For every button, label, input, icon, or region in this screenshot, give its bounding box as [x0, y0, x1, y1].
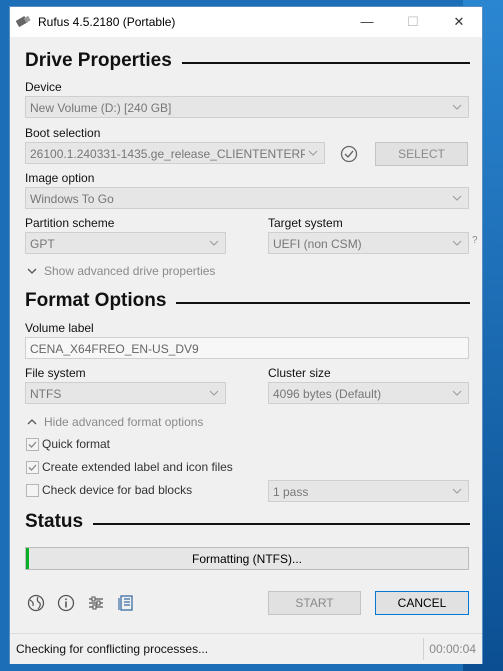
volume-label-value: CENA_X64FREO_EN-US_DV9 [30, 342, 199, 356]
chevron-down-icon [209, 240, 219, 246]
quick-format-checkbox[interactable]: Quick format [26, 437, 226, 453]
elapsed-timer: 00:00:04 [429, 642, 476, 656]
partition-scheme-label: Partition scheme [25, 216, 115, 230]
chevron-down-icon [452, 195, 462, 201]
rufus-window: Rufus 4.5.2180 (Portable) — ☐ ✕ Drive Pr… [9, 6, 483, 664]
progress-bar: Formatting (NTFS)... [25, 547, 469, 570]
chevron-up-icon [27, 419, 37, 425]
bad-blocks-label: Check device for bad blocks [42, 483, 193, 497]
checkbox-box [26, 461, 39, 474]
passes-dropdown[interactable]: 1 pass [268, 480, 469, 502]
checkmark-icon [28, 441, 37, 448]
show-advanced-drive-label: Show advanced drive properties [44, 264, 216, 278]
volume-label-label: Volume label [25, 321, 94, 335]
cluster-size-value: 4096 bytes (Default) [273, 387, 382, 401]
chevron-down-icon [452, 240, 462, 246]
chevron-down-icon [452, 390, 462, 396]
checkmark-icon [28, 464, 37, 471]
chevron-down-icon [452, 488, 462, 494]
target-system-dropdown[interactable]: UEFI (non CSM) [268, 232, 469, 254]
usb-drive-icon [16, 15, 31, 28]
passes-value: 1 pass [273, 485, 309, 499]
boot-selection-label: Boot selection [25, 126, 101, 140]
device-value: New Volume (D:) [240 GB] [30, 101, 172, 115]
partition-scheme-dropdown[interactable]: GPT [25, 232, 226, 254]
boot-selection-dropdown[interactable]: 26100.1.240331-1435.ge_release_CLIENTENT… [25, 142, 325, 164]
minimize-button[interactable]: — [344, 7, 390, 37]
quick-format-label: Quick format [42, 437, 111, 451]
format-options-section: Format Options [25, 290, 470, 314]
partition-scheme-value: GPT [30, 237, 55, 251]
progress-text: Formatting (NTFS)... [191, 552, 302, 566]
boot-selection-value: 26100.1.240331-1435.ge_release_CLIENTENT… [30, 147, 305, 161]
format-options-heading: Format Options [25, 290, 177, 312]
file-system-label: File system [25, 366, 86, 380]
cluster-size-label: Cluster size [268, 366, 331, 380]
file-system-value: NTFS [30, 387, 62, 401]
info-icon[interactable] [56, 593, 76, 613]
target-help-icon[interactable]: ? [472, 235, 478, 246]
settings-sliders-icon[interactable] [86, 593, 106, 613]
log-icon[interactable] [116, 593, 136, 613]
status-section: Status [25, 511, 470, 535]
volume-label-input[interactable]: CENA_X64FREO_EN-US_DV9 [25, 337, 469, 359]
cluster-size-dropdown[interactable]: 4096 bytes (Default) [268, 382, 469, 404]
hide-advanced-format-label: Hide advanced format options [44, 415, 204, 429]
device-label: Device [25, 80, 62, 94]
status-bar: Checking for conflicting processes... 00… [10, 633, 482, 664]
maximize-button[interactable]: ☐ [390, 7, 436, 37]
target-system-label: Target system [268, 216, 343, 230]
close-button[interactable]: ✕ [436, 7, 482, 37]
globe-icon[interactable] [26, 593, 46, 613]
extended-label-text: Create extended label and icon files [42, 460, 233, 474]
cancel-button[interactable]: CANCEL [375, 591, 469, 615]
status-separator [423, 638, 424, 660]
window-title: Rufus 4.5.2180 (Portable) [38, 15, 176, 29]
chevron-down-icon [27, 268, 37, 274]
drive-properties-heading: Drive Properties [25, 50, 182, 72]
image-option-value: Windows To Go [30, 192, 114, 206]
image-option-label: Image option [25, 171, 95, 185]
drive-properties-section: Drive Properties [25, 50, 470, 74]
target-system-value: UEFI (non CSM) [273, 237, 362, 251]
chevron-down-icon [452, 104, 462, 110]
image-option-dropdown[interactable]: Windows To Go [25, 187, 469, 209]
checkbox-box [26, 438, 39, 451]
select-button[interactable]: SELECT [375, 142, 468, 166]
extended-label-checkbox[interactable]: Create extended label and icon files [26, 460, 276, 476]
title-bar: Rufus 4.5.2180 (Portable) — ☐ ✕ [10, 7, 482, 37]
chevron-down-icon [209, 390, 219, 396]
chevron-down-icon [308, 150, 318, 156]
status-message: Checking for conflicting processes... [16, 642, 209, 656]
file-system-dropdown[interactable]: NTFS [25, 382, 226, 404]
status-heading: Status [25, 511, 94, 533]
start-button[interactable]: START [268, 591, 361, 615]
bad-blocks-checkbox[interactable]: Check device for bad blocks [26, 483, 246, 499]
device-dropdown[interactable]: New Volume (D:) [240 GB] [25, 96, 469, 118]
check-circle-icon[interactable] [340, 145, 358, 163]
checkbox-box [26, 484, 39, 497]
